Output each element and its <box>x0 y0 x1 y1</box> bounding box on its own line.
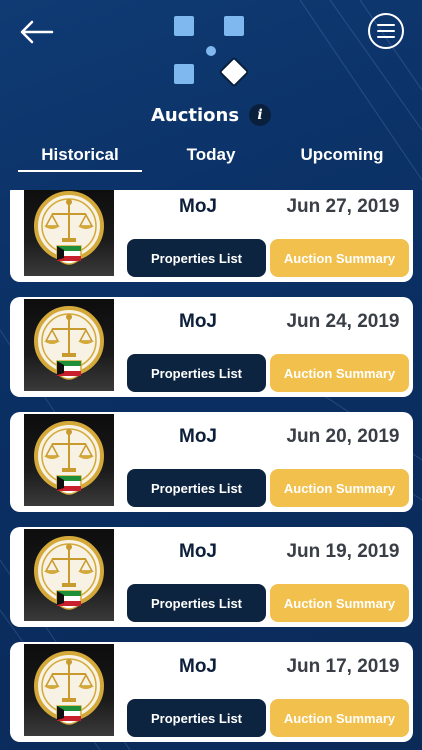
auction-list[interactable]: MoJ Jun 27, 2019 Properties List Auction… <box>0 190 422 750</box>
page-title: Auctions <box>150 104 240 126</box>
agency-label: MoJ <box>179 311 217 332</box>
auction-date: Jun 24, 2019 <box>286 311 400 332</box>
properties-list-button[interactable]: Properties List <box>127 699 266 737</box>
auction-summary-button[interactable]: Auction Summary <box>270 469 409 507</box>
auction-card[interactable]: MoJ Jun 24, 2019 Properties List Auction… <box>10 297 413 397</box>
back-arrow-icon <box>20 20 54 44</box>
hamburger-menu-icon-bar <box>377 30 395 32</box>
app-header: Auctions i Historical Today Upcoming <box>0 0 422 190</box>
auction-date: Jun 19, 2019 <box>286 541 400 562</box>
agency-label: MoJ <box>179 196 217 217</box>
auction-card[interactable]: MoJ Jun 20, 2019 Properties List Auction… <box>10 412 413 512</box>
tab-historical[interactable]: Historical <box>18 140 142 180</box>
properties-list-button[interactable]: Properties List <box>127 469 266 507</box>
auction-card[interactable]: MoJ Jun 17, 2019 Properties List Auction… <box>10 642 413 742</box>
moj-emblem-image <box>24 190 114 276</box>
auction-summary-button[interactable]: Auction Summary <box>270 584 409 622</box>
moj-emblem-image <box>24 299 114 391</box>
moj-emblem-image <box>24 414 114 506</box>
tab-today[interactable]: Today <box>149 140 273 180</box>
agency-label: MoJ <box>179 426 217 447</box>
hamburger-menu-icon <box>377 24 395 26</box>
auction-summary-button[interactable]: Auction Summary <box>270 354 409 392</box>
tab-upcoming[interactable]: Upcoming <box>280 140 404 180</box>
back-button[interactable] <box>14 12 58 52</box>
auction-summary-button[interactable]: Auction Summary <box>270 239 409 277</box>
properties-list-button[interactable]: Properties List <box>127 239 266 277</box>
agency-label: MoJ <box>179 656 217 677</box>
hamburger-menu-icon-bar <box>377 36 395 38</box>
auction-card[interactable]: MoJ Jun 27, 2019 Properties List Auction… <box>10 190 413 282</box>
auction-date: Jun 20, 2019 <box>286 426 400 447</box>
properties-list-button[interactable]: Properties List <box>127 584 266 622</box>
auction-summary-button[interactable]: Auction Summary <box>270 699 409 737</box>
moj-emblem-image <box>24 644 114 736</box>
moj-emblem-image <box>24 529 114 621</box>
menu-button[interactable] <box>368 13 404 49</box>
auction-date: Jun 17, 2019 <box>286 656 400 677</box>
properties-list-button[interactable]: Properties List <box>127 354 266 392</box>
tab-bar: Historical Today Upcoming <box>0 140 422 180</box>
auction-date: Jun 27, 2019 <box>286 196 400 217</box>
auction-card[interactable]: MoJ Jun 19, 2019 Properties List Auction… <box>10 527 413 627</box>
app-logo <box>174 16 249 87</box>
agency-label: MoJ <box>179 541 217 562</box>
title-row: Auctions i <box>0 104 422 126</box>
info-icon[interactable]: i <box>249 104 272 126</box>
